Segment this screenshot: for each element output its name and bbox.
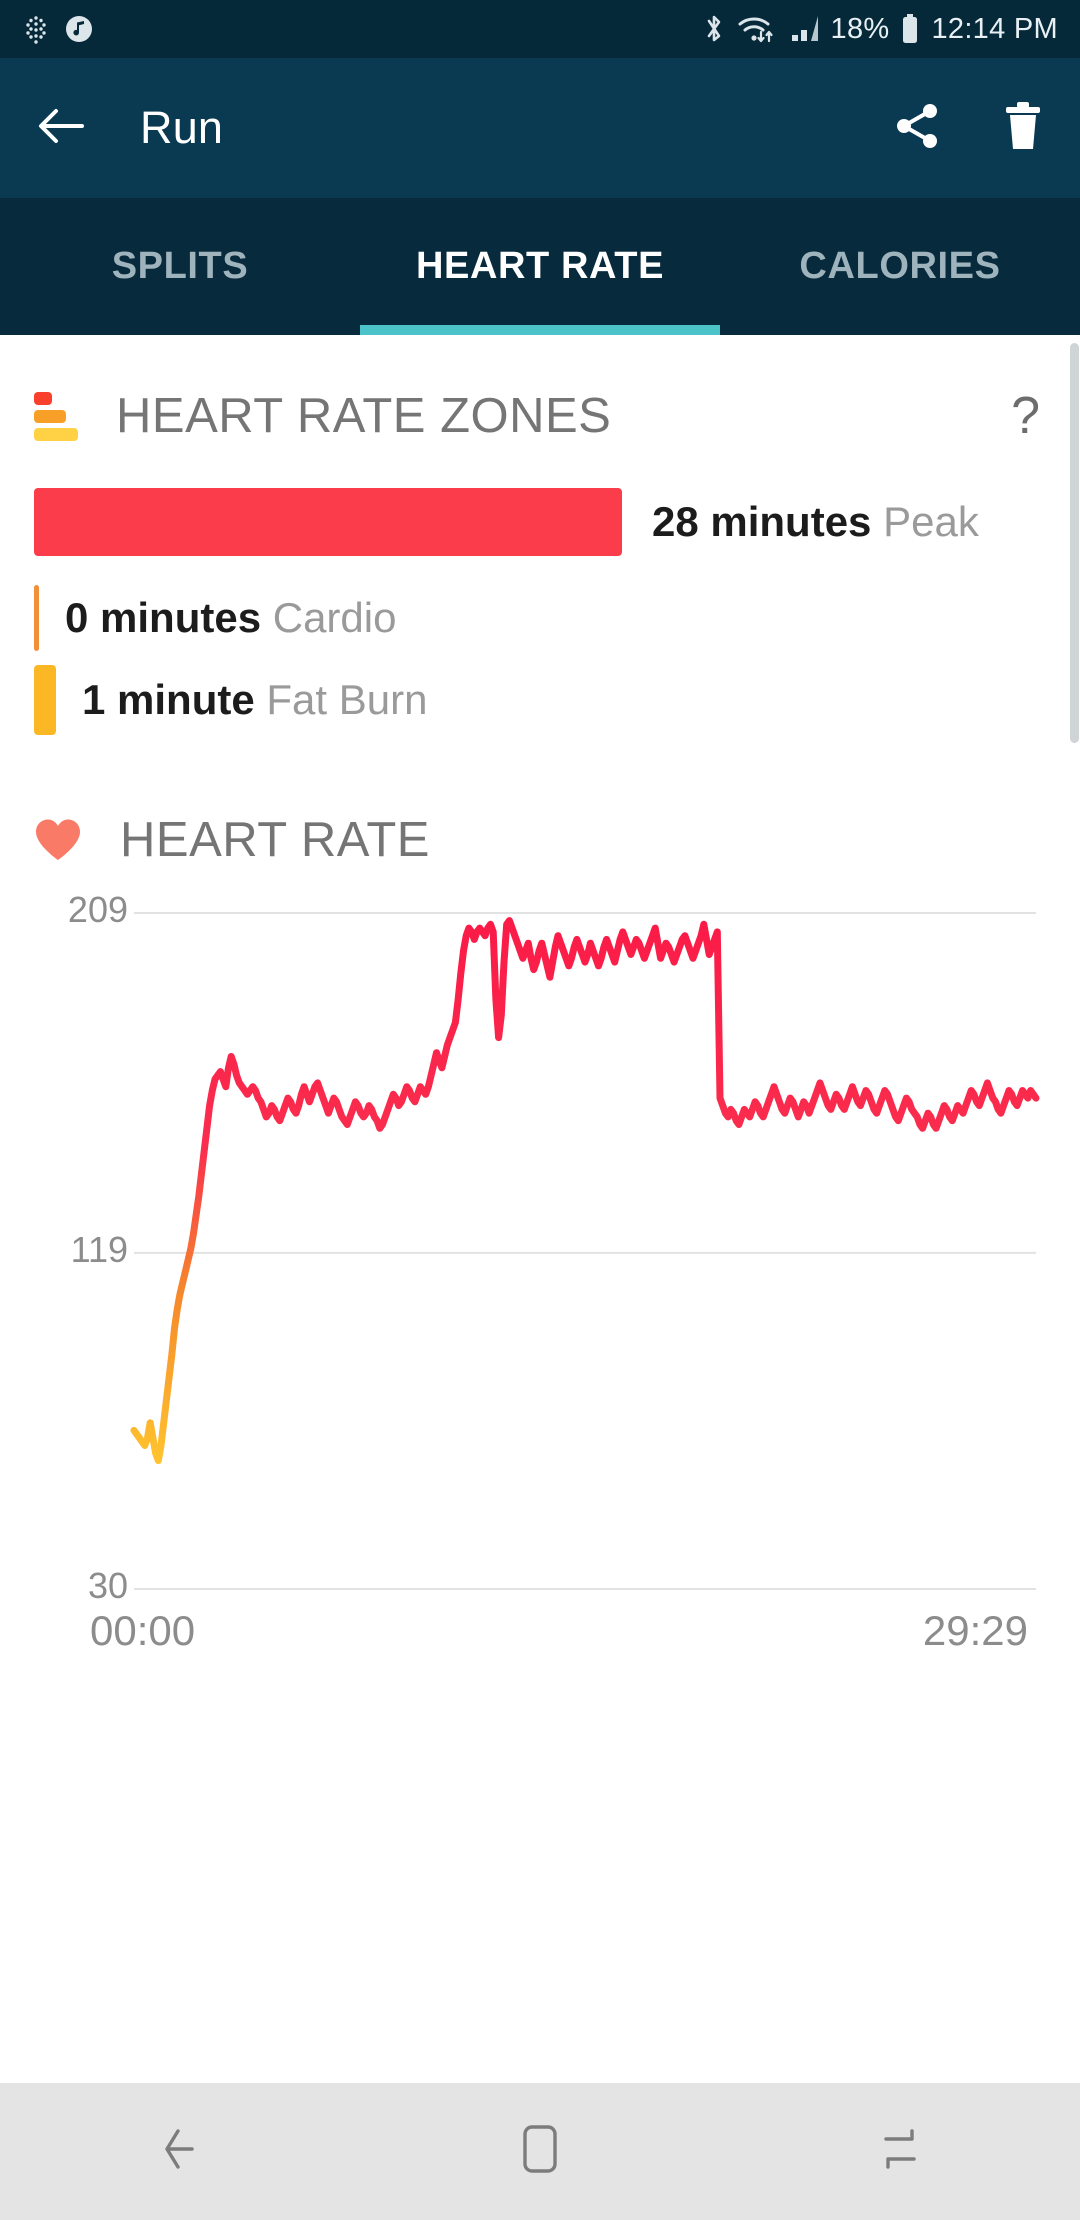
android-nav-bar [0, 2083, 1080, 2220]
zone-label-fat-burn: 1 minute Fat Burn [82, 676, 427, 724]
tab-splits-label: SPLITS [111, 245, 249, 287]
x-axis: 00:00 29:29 [34, 1607, 1046, 1655]
zone-name-cardio: Cardio [272, 594, 397, 641]
fitness-app-screen: 18% 12:14 PM Run SPLITS HEART RATE CALOR… [0, 0, 1080, 2220]
heart-rate-zones-list: 28 minutes Peak 0 minutes Cardio 1 minut… [0, 481, 1080, 741]
nfc-icon [22, 14, 50, 44]
heart-rate-title: HEART RATE [120, 813, 430, 867]
zone-bar-peak [34, 488, 622, 556]
status-bar-right-group: 18% 12:14 PM [702, 12, 1058, 46]
tab-bar: SPLITS HEART RATE CALORIES [0, 198, 1080, 335]
tab-calories-label: CALORIES [799, 245, 1001, 287]
share-icon[interactable] [892, 100, 944, 157]
active-tab-indicator [360, 325, 720, 335]
music-note-icon [64, 14, 94, 44]
scroll-content[interactable]: HEART RATE ZONES ? 28 minutes Peak 0 min… [0, 335, 1080, 2083]
heart-rate-zones-icon [34, 391, 78, 441]
zone-bar-fat-burn [34, 665, 56, 735]
chart-plot-area[interactable]: 209 119 30 [34, 889, 1046, 1606]
status-bar: 18% 12:14 PM [0, 0, 1080, 58]
trash-icon[interactable] [1000, 100, 1046, 157]
zone-name-peak: Peak [883, 498, 979, 545]
chart-gridlines [134, 912, 1036, 1590]
back-arrow-icon[interactable] [34, 102, 90, 155]
tab-splits[interactable]: SPLITS [0, 198, 360, 335]
bluetooth-icon [702, 12, 726, 46]
recents-icon [876, 2121, 924, 2182]
zone-time-peak: 28 minutes [652, 498, 872, 545]
tab-heart-rate[interactable]: HEART RATE [360, 198, 720, 335]
status-bar-left-icons [22, 14, 94, 44]
zone-label-cardio: 0 minutes Cardio [65, 594, 396, 642]
clock-label: 12:14 PM [931, 12, 1058, 45]
zone-time-fat-burn: 1 minute [82, 676, 255, 723]
heart-rate-zones-header: HEART RATE ZONES ? [0, 377, 1080, 455]
zone-row-fat-burn[interactable]: 1 minute Fat Burn [0, 659, 1080, 741]
nav-recents-button[interactable] [720, 2121, 1080, 2182]
wifi-icon [737, 12, 777, 46]
zone-bar-cardio [34, 585, 39, 651]
app-bar: Run [0, 58, 1080, 198]
zone-label-peak: 28 minutes Peak [652, 498, 979, 546]
heart-rate-line-chart [130, 912, 1040, 1590]
scrollbar-thumb[interactable] [1070, 343, 1079, 743]
heart-rate-zones-title: HEART RATE ZONES [116, 389, 612, 443]
nav-back-button[interactable] [0, 2121, 360, 2182]
x-axis-label-start: 00:00 [90, 1607, 196, 1654]
zone-name-fat-burn: Fat Burn [266, 676, 428, 723]
heart-icon [34, 818, 82, 862]
heart-rate-trace [130, 917, 1040, 1465]
heart-rate-chart[interactable]: 209 119 30 00:00 29:29 [0, 889, 1080, 1655]
zone-row-cardio[interactable]: 0 minutes Cardio [0, 577, 1080, 659]
help-button[interactable]: ? [1011, 386, 1046, 446]
nav-home-button[interactable] [360, 2121, 720, 2182]
cellular-signal-icon [788, 13, 820, 45]
back-arrow-icon [154, 2121, 206, 2182]
app-bar-actions [892, 100, 1046, 157]
x-axis-label-end: 29:29 [922, 1607, 1028, 1654]
zone-time-cardio: 0 minutes [65, 594, 262, 641]
tab-heart-rate-label: HEART RATE [415, 245, 665, 287]
battery-percent-label: 18% [830, 12, 890, 45]
page-title: Run [140, 102, 224, 153]
tab-calories[interactable]: CALORIES [720, 198, 1080, 335]
home-icon [517, 2121, 563, 2182]
heart-rate-header: HEART RATE [0, 801, 1080, 879]
battery-icon [900, 13, 920, 45]
zone-row-peak[interactable]: 28 minutes Peak [0, 481, 1080, 563]
